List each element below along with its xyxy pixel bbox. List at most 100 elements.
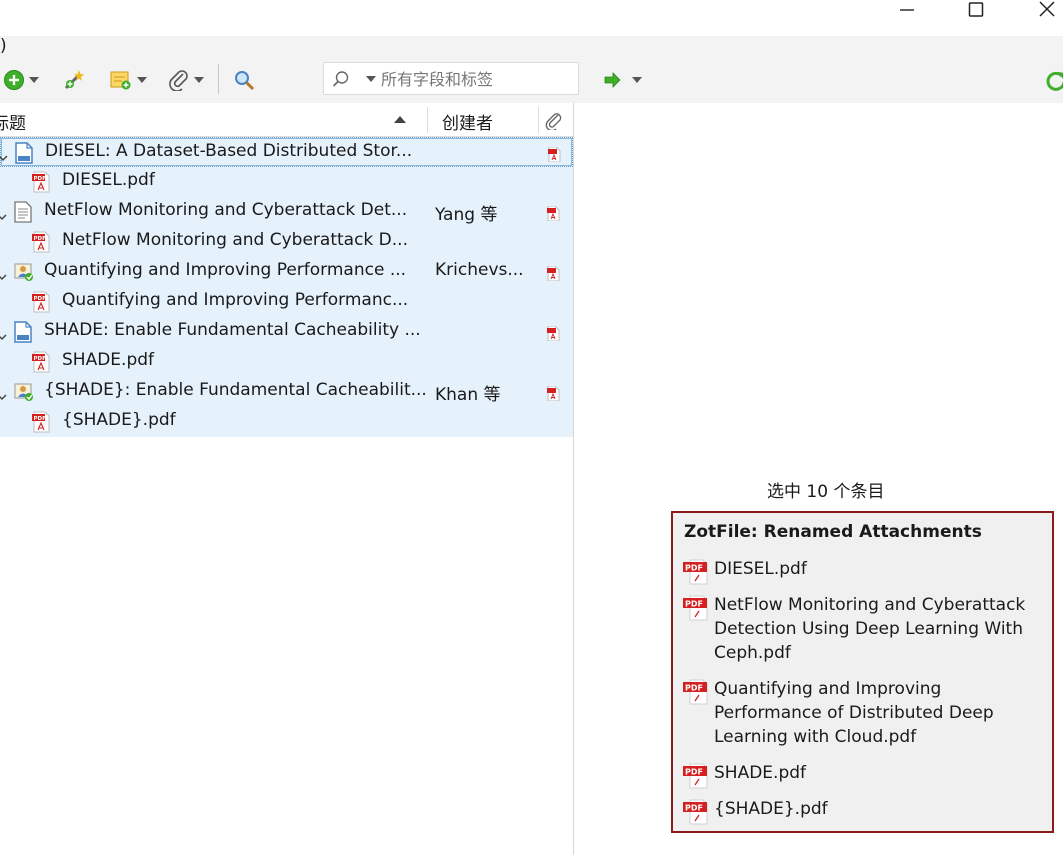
advanced-search-button[interactable] [233,64,255,96]
document-icon [14,142,34,168]
sort-ascending-icon [394,116,406,123]
pdf-icon: PDF [31,351,51,377]
attachment-row[interactable]: PDF NetFlow Monitoring and Cyberattack D.… [0,227,573,257]
maximize-icon [968,2,984,17]
item-title: SHADE: Enable Fundamental Cacheability .… [44,320,421,340]
pdf-icon: PDF [31,171,51,197]
presentation-icon [13,261,35,287]
svg-text:PDF: PDF [34,236,47,242]
magic-wand-icon [64,70,84,90]
attachment-title: DIESEL.pdf [62,170,155,190]
search-icon [332,71,349,87]
locate-button[interactable] [604,64,642,96]
attachment-title: NetFlow Monitoring and Cyberattack D... [62,230,408,250]
green-arrow-icon [604,72,621,88]
expand-chevron-icon[interactable] [0,207,7,226]
svg-text:PDF: PDF [685,600,703,609]
search-mode-chevron-icon[interactable] [366,76,376,82]
magnifier-icon [235,71,255,91]
selection-count-text: 选中 10 个条目 [767,482,885,502]
pdf-icon: PDF [31,231,51,257]
item-title: DIESEL: A Dataset-Based Distributed Stor… [45,141,413,161]
item-row[interactable]: DIESEL: A Dataset-Based Distributed Stor… [0,137,573,167]
attachment-title: SHADE.pdf [62,350,155,370]
renamed-file-name: SHADE.pdf [714,763,807,783]
item-title: {SHADE}: Enable Fundamental Cacheabilit.… [44,380,427,400]
chevron-down-icon [632,77,642,83]
document-icon [13,321,33,347]
item-creator: Khan 等 [435,385,501,405]
svg-text:PDF: PDF [685,564,703,573]
presentation-icon [13,381,35,407]
items-list-pane: 标题 创建者 DIESEL: A Dataset-Based Distribut… [0,103,573,855]
expand-chevron-icon[interactable] [0,327,7,346]
attachment-row[interactable]: PDF {SHADE}.pdf [0,407,573,437]
renamed-file-name: DIESEL.pdf [714,559,807,579]
expand-chevron-icon[interactable] [0,387,7,406]
attachment-title: {SHADE}.pdf [62,410,176,430]
pdf-icon: PDF [31,411,51,437]
new-note-button[interactable] [109,64,147,96]
column-divider[interactable] [427,107,428,133]
svg-text:PDF: PDF [34,176,47,182]
pdf-icon: PDF [683,679,708,705]
attachment-title: Quantifying and Improving Performanc... [62,290,409,310]
pdf-icon: PDF [31,291,51,317]
expand-chevron-icon[interactable] [0,267,7,286]
item-row[interactable]: {SHADE}: Enable Fundamental Cacheabilit.… [0,377,573,407]
pdf-icon: PDF [683,799,708,825]
paperclip-icon[interactable] [545,112,563,130]
item-row[interactable]: NetFlow Monitoring and Cyberattack Det..… [0,197,573,227]
zotfile-notification: ZotFile: Renamed Attachments PDF DIESEL.p… [671,511,1054,833]
column-header-bar: 标题 创建者 [0,103,573,137]
attachment-row[interactable]: PDF DIESEL.pdf [0,167,573,197]
pdf-icon: PDF [683,595,708,621]
pdf-icon: PDF [683,763,708,789]
close-icon [1039,1,1055,17]
svg-text:PDF: PDF [34,296,47,302]
minimize-icon [900,9,914,11]
svg-text:PDF: PDF [34,416,47,422]
note-icon [110,71,131,90]
sync-icon [1046,71,1063,91]
item-creator: Krichevs... [435,260,524,280]
svg-text:PDF: PDF [685,804,703,813]
title-bar [0,0,1063,36]
svg-text:PDF: PDF [34,356,47,362]
paperclip-icon [169,70,188,91]
chevron-down-icon [194,77,204,83]
item-title: NetFlow Monitoring and Cyberattack Det..… [44,200,408,220]
add-by-identifier-button[interactable] [62,64,86,96]
attachment-row[interactable]: PDF SHADE.pdf [0,347,573,377]
pdf-icon: PDF [683,559,708,585]
pdf-attachment-icon[interactable] [546,325,561,345]
item-row[interactable]: SHADE: Enable Fundamental Cacheability .… [0,317,573,347]
minimize-button[interactable] [884,0,930,22]
text-document-icon [13,201,33,227]
svg-text:PDF: PDF [685,684,703,693]
item-title: Quantifying and Improving Performance ..… [44,260,407,280]
notification-title: ZotFile: Renamed Attachments [684,522,982,542]
new-item-button[interactable] [3,64,39,96]
item-row[interactable]: Quantifying and Improving Performance ..… [0,257,573,287]
column-header-title[interactable]: 标题 [0,109,26,134]
search-input[interactable] [379,67,573,92]
pdf-attachment-icon[interactable] [547,146,562,166]
column-header-creator[interactable]: 创建者 [442,109,493,134]
pdf-attachment-icon[interactable] [546,205,561,225]
green-plus-circle-icon [4,70,24,90]
add-attachment-button[interactable] [168,64,204,96]
maximize-button[interactable] [953,0,999,22]
attachment-row[interactable]: PDF Quantifying and Improving Performanc.… [0,287,573,317]
sync-button[interactable] [1046,70,1063,96]
search-box[interactable] [323,62,579,95]
close-button[interactable] [1024,0,1063,22]
renamed-file-name: Quantifying and Improving Performance of… [714,679,994,747]
expand-chevron-icon[interactable] [0,148,8,167]
renamed-file-name: NetFlow Monitoring and Cyberattack Detec… [714,595,1026,663]
column-divider[interactable] [538,107,539,133]
pdf-attachment-icon[interactable] [546,385,561,405]
toolbar-separator [218,64,219,94]
pdf-attachment-icon[interactable] [546,265,561,285]
renamed-file-name: {SHADE}.pdf [714,799,828,819]
